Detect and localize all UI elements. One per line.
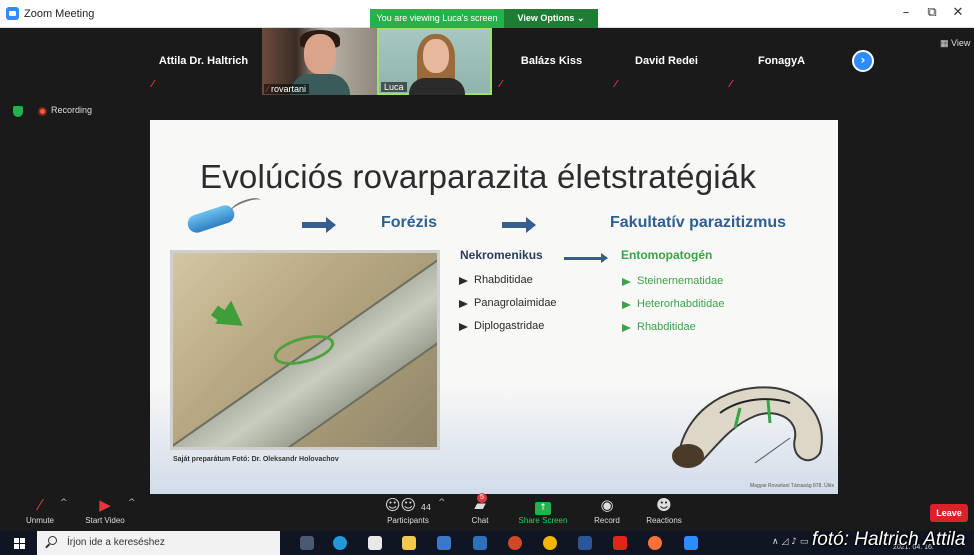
participant-name: ⁄ rovartani (264, 84, 310, 94)
participants-button[interactable]: ☺☺ 44 Participants (380, 494, 436, 530)
zoom-app-icon (6, 7, 19, 20)
participants-icon: ☺☺ 44 (384, 496, 432, 514)
taskbar-search[interactable]: Írjon ide a kereséshez (37, 531, 280, 555)
muted-mic-icon: ⁄ (500, 79, 502, 90)
file-explorer-icon[interactable] (402, 536, 416, 550)
microscope-photo (170, 250, 440, 450)
participant-name: David Redei (635, 55, 698, 67)
list-item: Rhabditidae (459, 274, 557, 297)
participant-body (409, 78, 465, 95)
pointer-arrow-icon (215, 300, 251, 338)
minimize-button[interactable]: – (896, 4, 916, 22)
record-button[interactable]: ◉ Record (588, 494, 626, 530)
windows-start-icon[interactable] (14, 538, 25, 549)
bacterium-flagellum (228, 194, 264, 218)
photo-credit-watermark: fotó: Haltrich Attila (812, 529, 966, 550)
list-item: Heterorhabditidae (622, 298, 724, 321)
participant-strip: Attila Dr. Haltrich ⁄ ⁄ rovartani Luca B… (0, 28, 974, 95)
participant-face (304, 34, 336, 74)
bacterium-illustration (185, 203, 237, 235)
acrobat-icon[interactable] (613, 536, 627, 550)
firefox-icon[interactable] (648, 536, 662, 550)
larva-citation: Magyar Rovartani Társaság 878. Ülés (750, 483, 835, 489)
unmute-button[interactable]: ⁄ Unmute (18, 494, 62, 530)
security-shield-icon[interactable] (13, 106, 23, 117)
chat-unread-badge: 5 (477, 493, 487, 503)
participant-face (423, 39, 449, 73)
list-item: Panagrolaimidae (459, 297, 557, 320)
slide-title: Evolúciós rovarparazita életstratégiák (200, 158, 757, 195)
participant-tile[interactable]: FonagyA ⁄ (724, 28, 839, 95)
edge-browser-icon[interactable] (333, 536, 347, 550)
muted-mic-icon: ⁄ (730, 79, 732, 90)
entomopathogenic-list: Steinernematidae Heterorhabditidae Rhabd… (622, 275, 724, 344)
viewing-screen-banner: You are viewing Luca's screen (370, 9, 504, 28)
chat-button[interactable]: ▰ 5 Chat (464, 493, 496, 530)
reactions-button[interactable]: ☻ Reactions (640, 494, 688, 530)
active-speaker-video-tile[interactable]: Luca (377, 28, 492, 95)
chrome-icon[interactable] (543, 536, 557, 550)
participant-video-tile[interactable]: ⁄ rovartani (262, 28, 377, 95)
share-screen-button[interactable]: ↑ Share Screen (514, 494, 572, 530)
muted-mic-icon: ⁄ (152, 79, 154, 90)
search-icon (48, 536, 57, 545)
reactions-icon: ☻ (656, 496, 672, 514)
task-view-icon[interactable] (300, 536, 314, 550)
list-item: Diplogastridae (459, 320, 557, 343)
participants-caret-icon[interactable]: ^ (438, 498, 446, 508)
video-options-caret-icon[interactable]: ^ (128, 498, 136, 508)
phoresis-heading: Forézis (381, 214, 438, 231)
title-bar: Zoom Meeting You are viewing Luca's scre… (0, 0, 974, 28)
app-icon[interactable] (437, 536, 451, 550)
right-arrow-icon (502, 217, 536, 233)
meeting-toolbar: ⁄ Unmute ^ ▶ Start Video ^ ☺☺ 44 Partici… (0, 493, 974, 530)
next-page-arrow-icon[interactable]: › (852, 50, 874, 72)
participant-tile[interactable]: Balázs Kiss ⁄ (494, 28, 609, 95)
necromenic-list: Rhabditidae Panagrolaimidae Diplogastrid… (459, 274, 557, 343)
search-placeholder: Írjon ide a kereséshez (67, 537, 165, 548)
record-icon: ◉ (600, 496, 614, 514)
zoom-meeting-window: Zoom Meeting You are viewing Luca's scre… (0, 0, 974, 555)
necromenic-heading: Nekromenikus (460, 248, 543, 262)
powerpoint-icon[interactable] (508, 536, 522, 550)
recording-label: Recording (51, 105, 93, 115)
word-icon[interactable] (578, 536, 592, 550)
muted-mic-icon: ⁄ (38, 496, 42, 514)
list-item: Rhabditidae (622, 321, 724, 344)
share-screen-icon: ↑ (514, 494, 572, 516)
shared-screen-slide: Evolúciós rovarparazita életstratégiák F… (150, 120, 838, 494)
right-arrow-icon (564, 253, 608, 263)
participant-name: Luca (381, 82, 407, 92)
window-title: Zoom Meeting (24, 8, 95, 20)
view-layout-button[interactable]: ▦ View (940, 38, 970, 49)
participant-tile[interactable]: Attila Dr. Haltrich ⁄ (146, 28, 261, 95)
restore-button[interactable]: ⧉ (922, 4, 942, 22)
start-video-button[interactable]: ▶ Start Video (78, 494, 132, 530)
zoom-taskbar-icon[interactable] (684, 536, 698, 550)
photo-caption: Saját preparátum Fotó: Dr. Oleksandr Hol… (173, 456, 339, 463)
participant-name: Balázs Kiss (520, 55, 583, 67)
video-off-icon: ▶ (99, 496, 111, 514)
muted-mic-icon: ⁄ (615, 79, 617, 90)
recording-icon (38, 107, 47, 116)
store-icon[interactable] (368, 536, 382, 550)
entomopathogenic-heading: Entomopatogén (621, 248, 713, 262)
audio-options-caret-icon[interactable]: ^ (60, 498, 68, 508)
larva-illustration (672, 386, 823, 468)
list-item: Steinernematidae (622, 275, 724, 298)
facultative-parasitism-heading: Fakultatív parazitizmus (610, 214, 787, 231)
close-button[interactable]: ✕ (948, 4, 968, 22)
participant-name: Attila Dr. Haltrich (158, 55, 249, 67)
leave-meeting-button[interactable]: Leave (930, 504, 968, 522)
view-options-button[interactable]: View Options ⌄ (504, 9, 598, 28)
system-tray[interactable]: ∧ ◿ ♪ ▭ (772, 537, 808, 547)
app-icon[interactable] (473, 536, 487, 550)
participant-tile[interactable]: David Redei ⁄ (609, 28, 724, 95)
right-arrow-icon (302, 217, 336, 233)
participant-name: FonagyA (757, 55, 806, 67)
